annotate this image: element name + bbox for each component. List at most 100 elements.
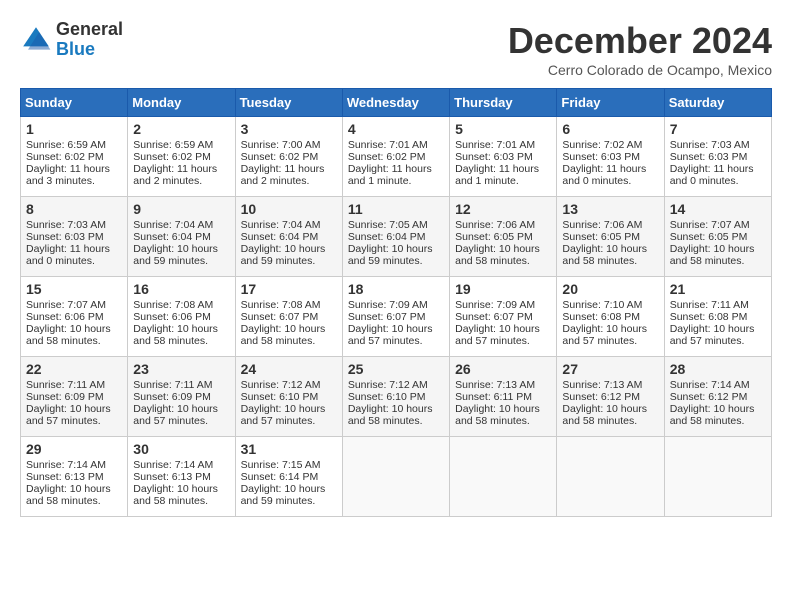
weekday-header-monday: Monday (128, 89, 235, 117)
daylight-text: Daylight: 10 hours and 58 minutes. (670, 403, 755, 427)
daylight-text: Daylight: 11 hours and 2 minutes. (133, 163, 217, 187)
weekday-header-wednesday: Wednesday (342, 89, 449, 117)
calendar-cell (664, 437, 771, 517)
day-number: 16 (133, 281, 229, 297)
calendar-week-row: 1Sunrise: 6:59 AMSunset: 6:02 PMDaylight… (21, 117, 772, 197)
page-header: General Blue December 2024 Cerro Colorad… (20, 20, 772, 78)
sunset-text: Sunset: 6:03 PM (26, 231, 104, 243)
daylight-text: Daylight: 10 hours and 59 minutes. (133, 243, 218, 267)
day-number: 15 (26, 281, 122, 297)
calendar-cell: 10Sunrise: 7:04 AMSunset: 6:04 PMDayligh… (235, 197, 342, 277)
day-number: 11 (348, 201, 444, 217)
sunset-text: Sunset: 6:05 PM (455, 231, 533, 243)
sunset-text: Sunset: 6:08 PM (670, 311, 748, 323)
calendar-cell: 27Sunrise: 7:13 AMSunset: 6:12 PMDayligh… (557, 357, 664, 437)
sunrise-text: Sunrise: 7:10 AM (562, 299, 642, 311)
day-number: 17 (241, 281, 337, 297)
daylight-text: Daylight: 11 hours and 0 minutes. (562, 163, 646, 187)
sunset-text: Sunset: 6:13 PM (26, 471, 104, 483)
calendar-cell: 18Sunrise: 7:09 AMSunset: 6:07 PMDayligh… (342, 277, 449, 357)
sunset-text: Sunset: 6:14 PM (241, 471, 319, 483)
sunset-text: Sunset: 6:02 PM (348, 151, 426, 163)
calendar-cell: 24Sunrise: 7:12 AMSunset: 6:10 PMDayligh… (235, 357, 342, 437)
sunset-text: Sunset: 6:04 PM (133, 231, 211, 243)
calendar-cell: 31 Sunrise: 7:15 AMSunset: 6:14 PMDayligh… (235, 437, 342, 517)
calendar-cell (557, 437, 664, 517)
calendar-cell (342, 437, 449, 517)
day-number: 20 (562, 281, 658, 297)
calendar-cell: 13Sunrise: 7:06 AMSunset: 6:05 PMDayligh… (557, 197, 664, 277)
day-number: 5 (455, 121, 551, 137)
sunrise-text: Sunrise: 7:08 AM (133, 299, 213, 311)
sunrise-text: Sunrise: 7:01 AM (455, 139, 535, 151)
calendar-table: SundayMondayTuesdayWednesdayThursdayFrid… (20, 88, 772, 517)
day-number: 7 (670, 121, 766, 137)
daylight-text: Daylight: 10 hours and 57 minutes. (455, 323, 540, 347)
day-number: 8 (26, 201, 122, 217)
sunrise-text: Sunrise: 6:59 AM (26, 139, 106, 151)
sunset-text: Sunset: 6:03 PM (562, 151, 640, 163)
calendar-cell: 25Sunrise: 7:12 AMSunset: 6:10 PMDayligh… (342, 357, 449, 437)
daylight-text: Daylight: 11 hours and 2 minutes. (241, 163, 325, 187)
logo: General Blue (20, 20, 123, 60)
location-text: Cerro Colorado de Ocampo, Mexico (508, 62, 772, 78)
calendar-week-row: 15Sunrise: 7:07 AMSunset: 6:06 PMDayligh… (21, 277, 772, 357)
weekday-header-tuesday: Tuesday (235, 89, 342, 117)
daylight-text: Daylight: 11 hours and 3 minutes. (26, 163, 110, 187)
sunset-text: Sunset: 6:02 PM (241, 151, 319, 163)
daylight-text: Daylight: 10 hours and 58 minutes. (455, 243, 540, 267)
calendar-cell: 6Sunrise: 7:02 AMSunset: 6:03 PMDaylight… (557, 117, 664, 197)
sunset-text: Sunset: 6:06 PM (133, 311, 211, 323)
daylight-text: Daylight: 10 hours and 58 minutes. (26, 483, 111, 507)
day-number: 3 (241, 121, 337, 137)
logo-icon (20, 24, 52, 56)
day-number: 1 (26, 121, 122, 137)
day-number: 9 (133, 201, 229, 217)
day-number: 29 (26, 441, 122, 457)
sunrise-text: Sunrise: 7:00 AM (241, 139, 321, 151)
sunrise-text: Sunrise: 7:04 AM (133, 219, 213, 231)
daylight-text: Daylight: 10 hours and 57 minutes. (348, 323, 433, 347)
sunrise-text: Sunrise: 7:11 AM (26, 379, 105, 391)
sunrise-text: Sunrise: 7:11 AM (133, 379, 212, 391)
month-title: December 2024 (508, 20, 772, 62)
calendar-cell: 20Sunrise: 7:10 AMSunset: 6:08 PMDayligh… (557, 277, 664, 357)
day-number: 23 (133, 361, 229, 377)
sunset-text: Sunset: 6:03 PM (455, 151, 533, 163)
sunrise-text: Sunrise: 7:15 AM (241, 459, 321, 471)
daylight-text: Daylight: 10 hours and 57 minutes. (562, 323, 647, 347)
sunset-text: Sunset: 6:10 PM (348, 391, 426, 403)
sunset-text: Sunset: 6:02 PM (133, 151, 211, 163)
day-number: 12 (455, 201, 551, 217)
calendar-cell: 8Sunrise: 7:03 AMSunset: 6:03 PMDaylight… (21, 197, 128, 277)
daylight-text: Daylight: 10 hours and 58 minutes. (26, 323, 111, 347)
daylight-text: Daylight: 10 hours and 59 minutes. (241, 483, 326, 507)
day-number: 28 (670, 361, 766, 377)
calendar-cell: 14Sunrise: 7:07 AMSunset: 6:05 PMDayligh… (664, 197, 771, 277)
sunset-text: Sunset: 6:07 PM (241, 311, 319, 323)
calendar-cell: 19Sunrise: 7:09 AMSunset: 6:07 PMDayligh… (450, 277, 557, 357)
sunset-text: Sunset: 6:05 PM (670, 231, 748, 243)
sunrise-text: Sunrise: 7:08 AM (241, 299, 321, 311)
sunset-text: Sunset: 6:11 PM (455, 391, 532, 403)
calendar-cell: 17Sunrise: 7:08 AMSunset: 6:07 PMDayligh… (235, 277, 342, 357)
day-number: 27 (562, 361, 658, 377)
calendar-cell: 22Sunrise: 7:11 AMSunset: 6:09 PMDayligh… (21, 357, 128, 437)
sunset-text: Sunset: 6:12 PM (562, 391, 640, 403)
sunrise-text: Sunrise: 7:05 AM (348, 219, 428, 231)
sunrise-text: Sunrise: 6:59 AM (133, 139, 213, 151)
day-number: 31 (241, 441, 337, 457)
daylight-text: Daylight: 10 hours and 57 minutes. (133, 403, 218, 427)
logo-blue-text: Blue (56, 39, 95, 59)
calendar-cell: 4Sunrise: 7:01 AMSunset: 6:02 PMDaylight… (342, 117, 449, 197)
title-block: December 2024 Cerro Colorado de Ocampo, … (508, 20, 772, 78)
daylight-text: Daylight: 10 hours and 57 minutes. (241, 403, 326, 427)
calendar-cell: 3 Sunrise: 7:00 AMSunset: 6:02 PMDaylight… (235, 117, 342, 197)
sunrise-text: Sunrise: 7:12 AM (241, 379, 321, 391)
calendar-week-row: 8Sunrise: 7:03 AMSunset: 6:03 PMDaylight… (21, 197, 772, 277)
calendar-week-row: 29Sunrise: 7:14 AMSunset: 6:13 PMDayligh… (21, 437, 772, 517)
sunrise-text: Sunrise: 7:09 AM (348, 299, 428, 311)
daylight-text: Daylight: 11 hours and 1 minute. (455, 163, 539, 187)
sunset-text: Sunset: 6:04 PM (348, 231, 426, 243)
day-number: 19 (455, 281, 551, 297)
